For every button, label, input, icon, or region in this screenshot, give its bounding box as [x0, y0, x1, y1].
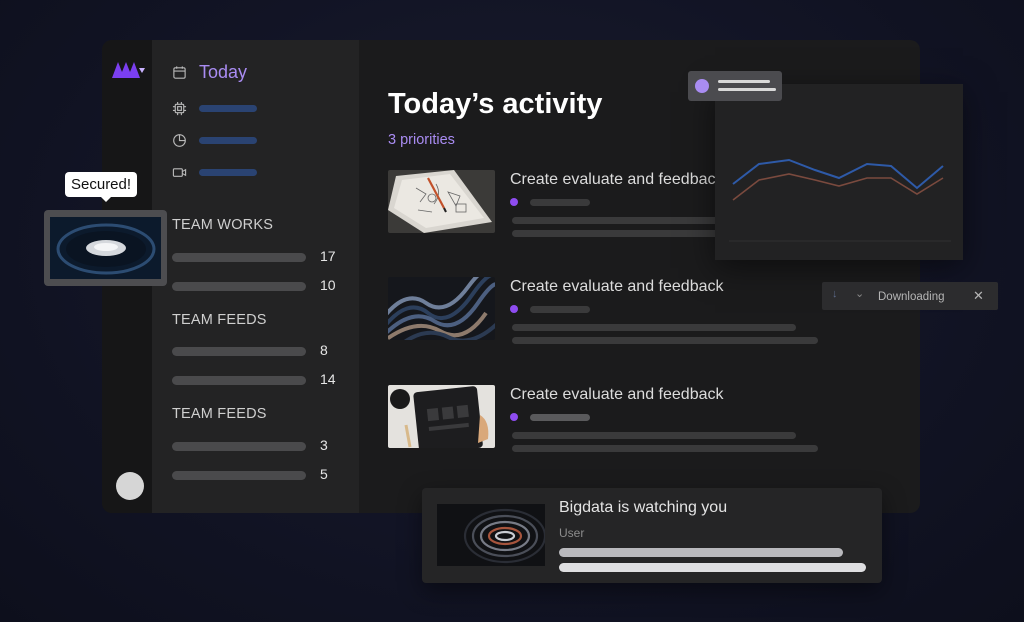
user-avatar[interactable] — [116, 472, 144, 500]
list-item-count: 14 — [320, 371, 336, 387]
list-item-count: 5 — [320, 466, 328, 482]
secured-card[interactable] — [44, 210, 167, 286]
legend-bar — [718, 88, 776, 91]
task-meta-bar — [530, 199, 590, 206]
status-dot — [510, 305, 518, 313]
sidebar-item-video[interactable] — [172, 165, 257, 180]
status-dot — [510, 413, 518, 421]
task-desc-bar — [512, 337, 818, 344]
list-item[interactable]: 17 — [172, 248, 342, 264]
sidebar-item-today[interactable]: Today — [172, 62, 247, 83]
notification-subtitle: User — [559, 526, 585, 540]
list-item-bar — [172, 282, 306, 291]
logo-icon[interactable] — [112, 60, 146, 78]
task-desc-bar — [512, 445, 818, 452]
list-item[interactable]: 14 — [172, 371, 342, 387]
page-title: Today’s activity — [388, 88, 603, 120]
task-thumbnail — [388, 170, 495, 233]
download-notification[interactable]: ↓ ⌄ Downloading ✕ — [822, 282, 998, 310]
list-item-count: 3 — [320, 437, 328, 453]
priority-count: 3 priorities — [388, 132, 455, 148]
secured-tooltip: Secured! — [65, 172, 138, 202]
list-item-bar — [172, 347, 306, 356]
list-item[interactable]: 10 — [172, 277, 342, 293]
sidebar-item-reports[interactable] — [172, 133, 257, 148]
task-title: Create evaluate and feedback — [510, 386, 724, 403]
list-item[interactable]: 8 — [172, 342, 342, 358]
sidebar-item-cpu[interactable] — [172, 101, 257, 116]
section-title: TEAM FEEDS — [172, 406, 267, 422]
chart-legend-tag[interactable] — [688, 71, 782, 101]
pie-chart-icon — [173, 134, 186, 147]
task-title: Create evaluate and feedback — [510, 171, 724, 188]
list-item-bar — [172, 442, 306, 451]
list-item[interactable]: 3 — [172, 437, 342, 453]
task-meta-bar — [530, 306, 590, 313]
sidebar-item-label: Today — [199, 62, 248, 82]
list-item-count: 8 — [320, 342, 328, 358]
list-item-count: 17 — [320, 248, 336, 264]
list-item-bar — [172, 376, 306, 385]
section-title: TEAM WORKS — [172, 217, 274, 233]
sidebar-item-placeholder — [199, 105, 257, 112]
task-desc-bar — [512, 432, 796, 439]
notification-title: Bigdata is watching you — [559, 499, 728, 516]
section-title: TEAM FEEDS — [172, 312, 267, 328]
task-thumbnail — [388, 277, 495, 340]
chart-panel[interactable] — [715, 84, 963, 260]
task-title: Create evaluate and feedback — [510, 278, 724, 295]
arrow-icon: ↓ — [832, 288, 838, 300]
line-chart — [729, 158, 951, 242]
task-thumbnail — [388, 385, 495, 448]
list-item-count: 10 — [320, 277, 336, 293]
legend-bar — [718, 80, 770, 83]
status-dot — [510, 198, 518, 206]
task-desc-bar — [512, 324, 796, 331]
sidebar-item-placeholder — [199, 169, 257, 176]
notification-thumbnail — [437, 504, 545, 566]
secured-image — [50, 217, 161, 279]
calendar-icon — [173, 66, 186, 79]
cpu-icon — [172, 101, 187, 116]
list-item[interactable]: 5 — [172, 466, 342, 482]
notification-card[interactable]: Bigdata is watching you User — [422, 488, 882, 583]
close-icon[interactable]: ✕ — [973, 288, 984, 304]
chevron-down-icon[interactable]: ⌄ — [855, 287, 864, 300]
list-item-bar — [172, 471, 306, 480]
download-status: Downloading — [878, 291, 945, 303]
notification-bar — [559, 548, 843, 557]
task-item[interactable]: Create evaluate and feedback — [388, 385, 908, 452]
video-icon — [172, 168, 187, 177]
notification-bar — [559, 563, 866, 572]
list-item-bar — [172, 253, 306, 262]
sidebar-item-placeholder — [199, 137, 257, 144]
task-meta-bar — [530, 414, 590, 421]
legend-swatch — [695, 79, 709, 93]
sidebar: Today TEAM WORKS 17 10 TEAM FEEDS 8 14 T… — [152, 40, 359, 513]
